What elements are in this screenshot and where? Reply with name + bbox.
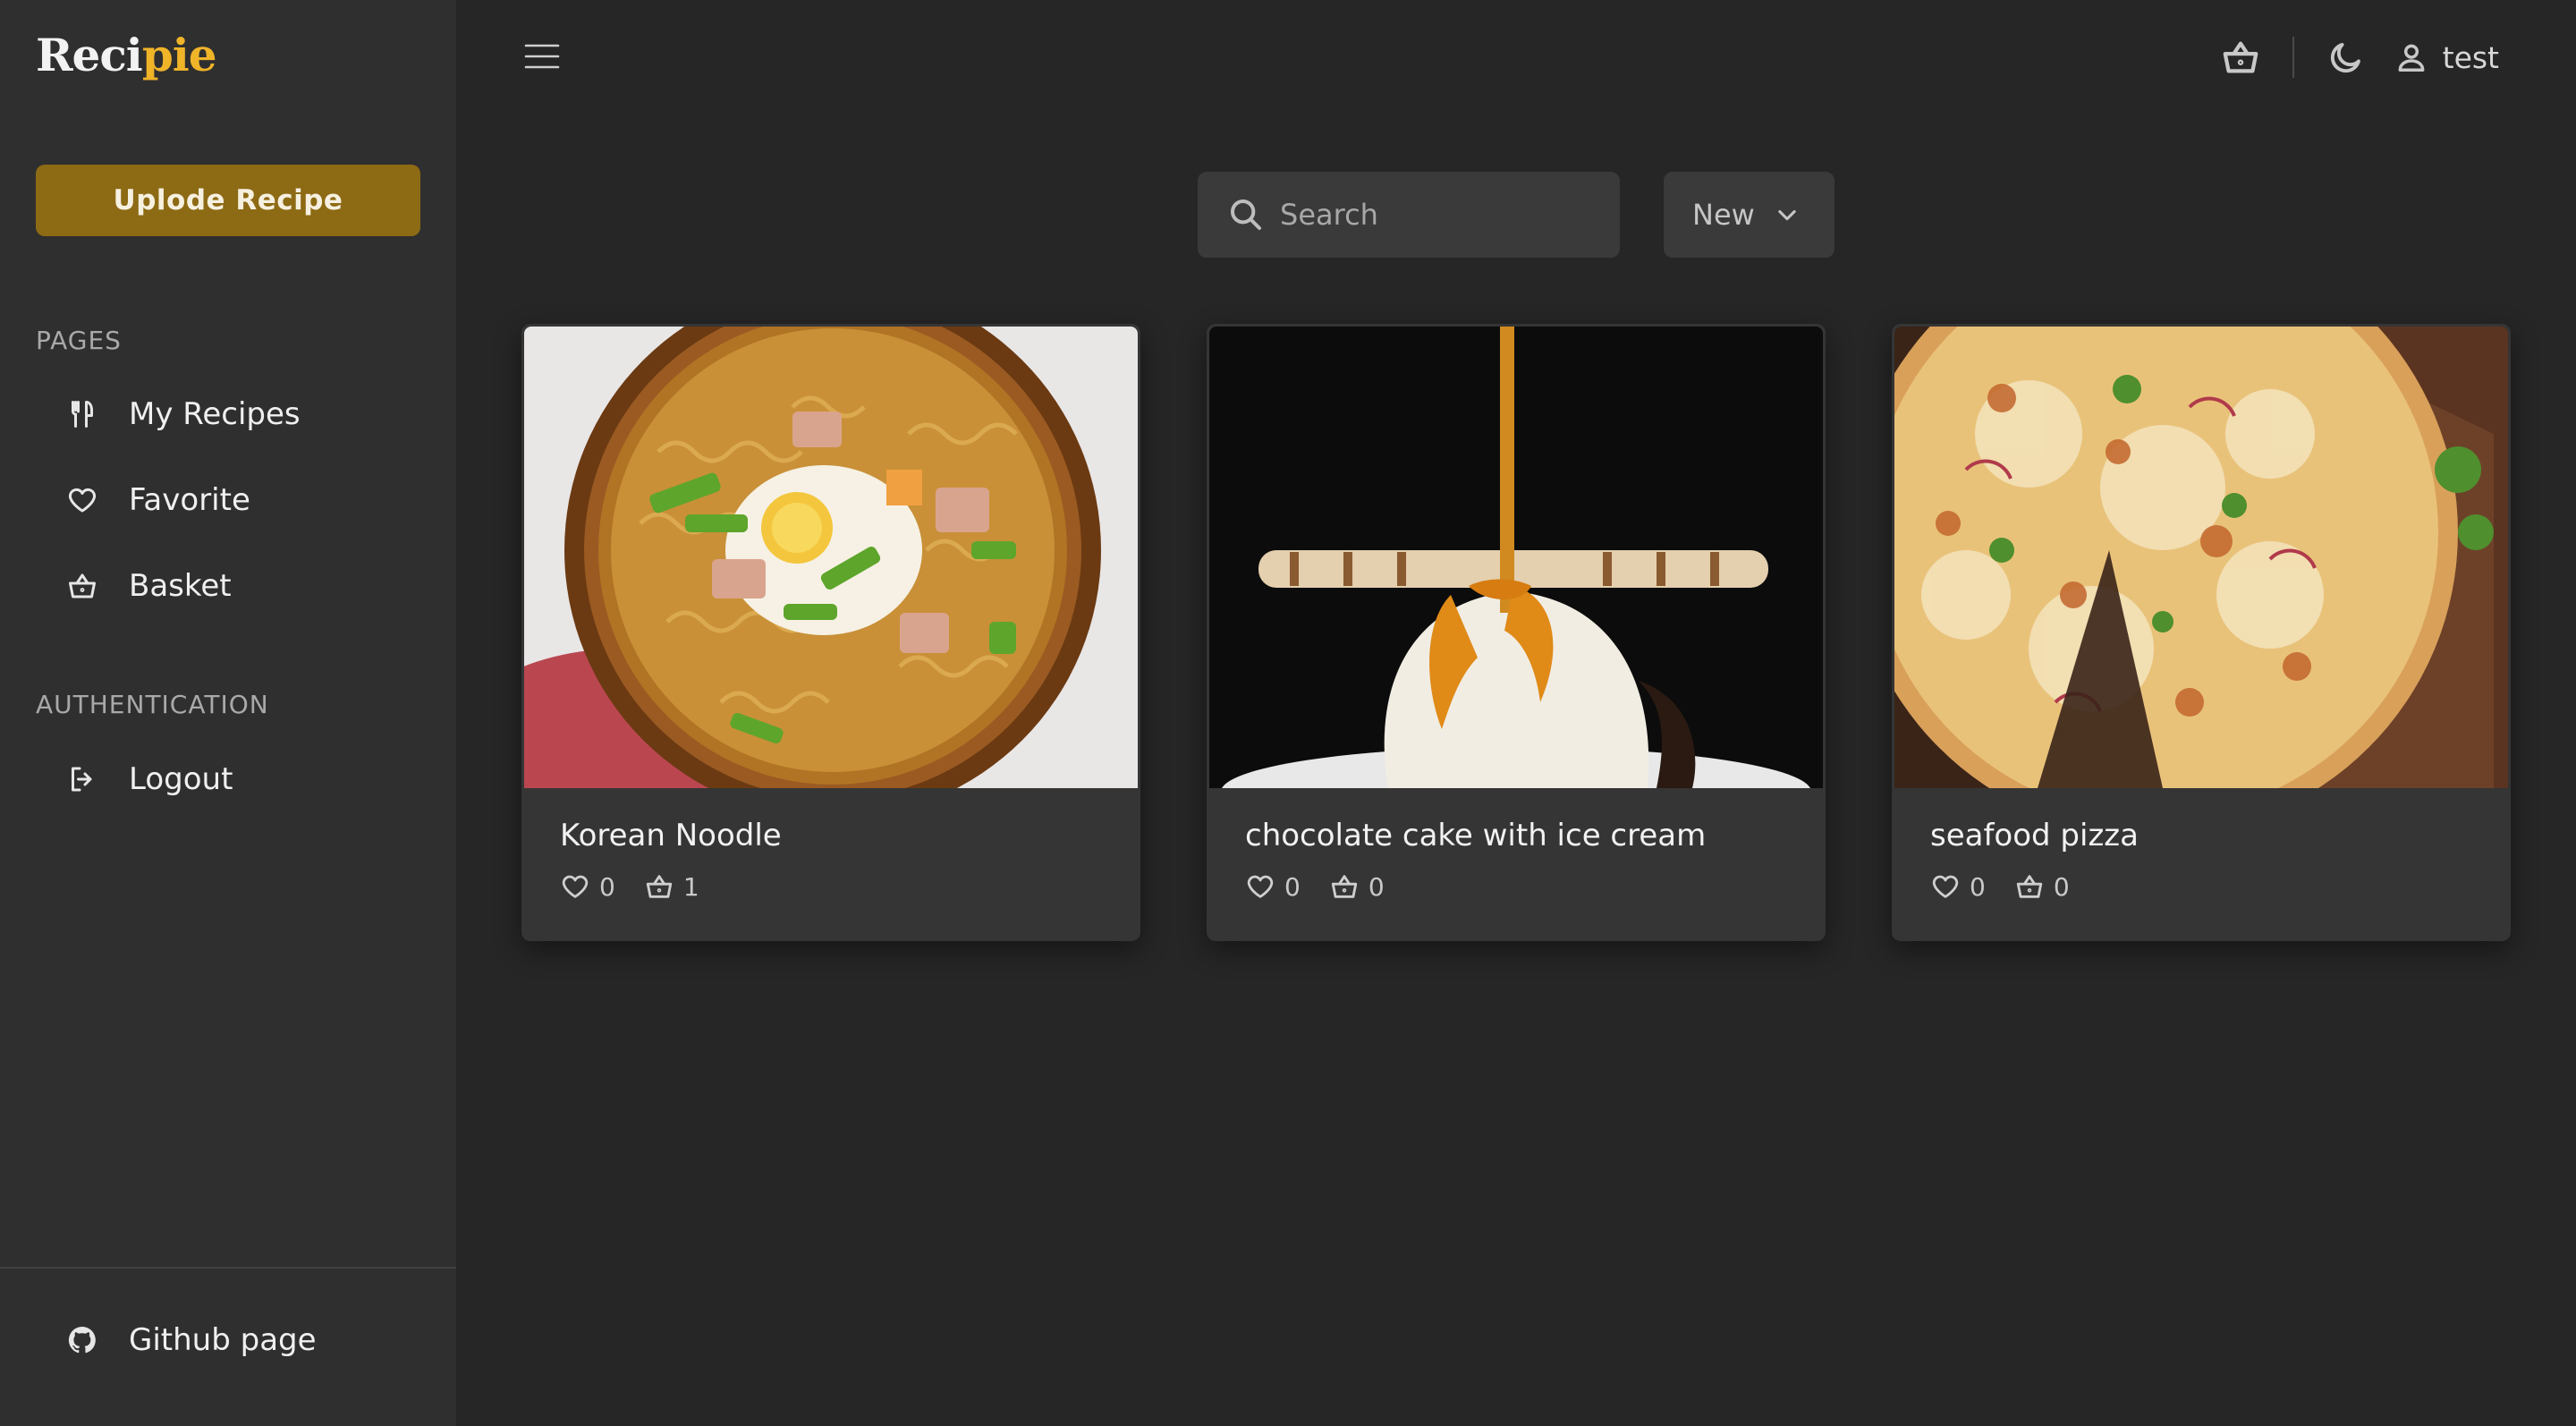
- recipe-card[interactable]: Korean Noodle 0 1: [521, 324, 1140, 941]
- username: test: [2442, 39, 2499, 75]
- basket-count[interactable]: 1: [644, 871, 699, 902]
- topbar-actions: test: [2219, 32, 2499, 82]
- basket-count[interactable]: 0: [1329, 871, 1385, 902]
- basket-count-value: 0: [2053, 871, 2070, 902]
- pages-section-title: PAGES: [36, 326, 122, 355]
- like-count-value: 0: [599, 871, 615, 902]
- basket-icon: [2016, 875, 2042, 898]
- basket-count[interactable]: 0: [2014, 871, 2070, 902]
- sidebar-item-label: My Recipes: [129, 396, 301, 432]
- github-page-label: Github page: [129, 1322, 317, 1358]
- search-box: [1198, 172, 1620, 258]
- recipe-title[interactable]: chocolate cake with ice cream: [1245, 818, 1706, 853]
- heart-icon: [1247, 875, 1274, 898]
- logo-text-reci: Reci: [36, 29, 143, 81]
- logout-icon: [64, 761, 100, 797]
- github-icon: [64, 1322, 100, 1358]
- basket-icon: [64, 568, 100, 604]
- recipe-card[interactable]: seafood pizza 0 0: [1892, 324, 2511, 941]
- topbar-separator: [2292, 37, 2294, 78]
- moon-icon[interactable]: [2325, 36, 2368, 79]
- sidebar-item-label: Favorite: [129, 482, 250, 518]
- recipe-title[interactable]: Korean Noodle: [560, 818, 782, 853]
- sidebar-item-basket[interactable]: Basket: [64, 559, 232, 613]
- menu-icon[interactable]: [524, 41, 560, 72]
- sort-value: New: [1692, 198, 1755, 232]
- sort-select[interactable]: New: [1664, 172, 1835, 258]
- chevron-down-icon: [1778, 209, 1796, 221]
- search-icon: [1231, 199, 1261, 230]
- sidebar-item-logout[interactable]: Logout: [64, 752, 233, 806]
- sidebar-item-favorite[interactable]: Favorite: [64, 473, 250, 527]
- recipe-stats: 0 0: [1930, 871, 2098, 902]
- sidebar-item-label: Logout: [129, 761, 233, 797]
- authentication-section-title: AUTHENTICATION: [36, 690, 269, 719]
- sidebar-divider: [0, 1267, 456, 1269]
- upload-recipe-button[interactable]: Uplode Recipe: [36, 165, 420, 236]
- recipe-image-chocolate-cake[interactable]: [1209, 327, 1823, 788]
- logo-text-pie: pie: [141, 29, 217, 81]
- recipe-image-korean-noodle[interactable]: [524, 327, 1138, 788]
- recipe-image-seafood-pizza[interactable]: [1894, 327, 2508, 788]
- heart-icon: [562, 875, 589, 898]
- sidebar: Recipie Uplode Recipe PAGES My Recipes F…: [0, 0, 456, 1426]
- user-icon: [2398, 44, 2425, 72]
- like-count[interactable]: 0: [1930, 871, 1986, 902]
- basket-count-value: 0: [1368, 871, 1385, 902]
- utensils-icon: [64, 396, 100, 432]
- like-count-value: 0: [1970, 871, 1986, 902]
- sidebar-item-label: Basket: [129, 568, 232, 604]
- recipe-title[interactable]: seafood pizza: [1930, 818, 2139, 853]
- like-count-value: 0: [1284, 871, 1301, 902]
- recipe-stats: 0 1: [560, 871, 728, 902]
- sidebar-item-my-recipes[interactable]: My Recipes: [64, 387, 301, 441]
- like-count[interactable]: 0: [560, 871, 615, 902]
- basket-icon: [1331, 875, 1357, 898]
- recipe-stats: 0 0: [1245, 871, 1413, 902]
- basket-icon[interactable]: [2219, 36, 2262, 79]
- recipe-card[interactable]: chocolate cake with ice cream 0 0: [1207, 324, 1826, 941]
- app-logo[interactable]: Recipie: [36, 29, 217, 81]
- basket-count-value: 1: [682, 871, 699, 902]
- like-count[interactable]: 0: [1245, 871, 1301, 902]
- heart-icon: [1932, 875, 1959, 898]
- heart-icon: [64, 482, 100, 518]
- user-menu[interactable]: test: [2394, 40, 2499, 75]
- search-input[interactable]: [1280, 198, 1602, 232]
- basket-icon: [646, 875, 672, 898]
- github-page-link[interactable]: Github page: [64, 1313, 317, 1367]
